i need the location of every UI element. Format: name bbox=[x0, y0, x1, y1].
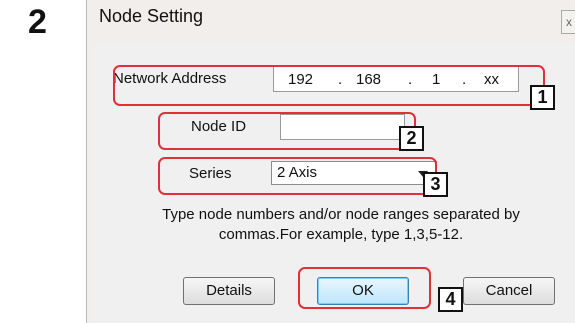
step-number: 2 bbox=[28, 3, 47, 41]
callout-badge-4: 4 bbox=[438, 287, 463, 312]
close-icon: x bbox=[566, 15, 572, 29]
network-address-highlight bbox=[113, 65, 545, 106]
help-text: Type node numbers and/or node ranges sep… bbox=[111, 205, 571, 245]
node-id-highlight bbox=[158, 112, 416, 150]
callout-badge-2: 2 bbox=[399, 126, 424, 151]
title-bar: Node Setting x bbox=[87, 0, 575, 40]
callout-badge-3: 3 bbox=[423, 172, 448, 197]
callout-badge-1: 1 bbox=[530, 85, 555, 110]
close-button[interactable]: x bbox=[561, 10, 575, 34]
help-text-line-1: Type node numbers and/or node ranges sep… bbox=[162, 206, 520, 223]
details-button[interactable]: Details bbox=[183, 277, 275, 305]
ok-button-highlight bbox=[298, 267, 431, 309]
help-text-line-2: commas.For example, type 1,3,5-12. bbox=[218, 226, 464, 243]
series-highlight bbox=[158, 157, 437, 195]
cancel-button[interactable]: Cancel bbox=[463, 277, 555, 305]
dialog-title: Node Setting bbox=[99, 6, 204, 26]
